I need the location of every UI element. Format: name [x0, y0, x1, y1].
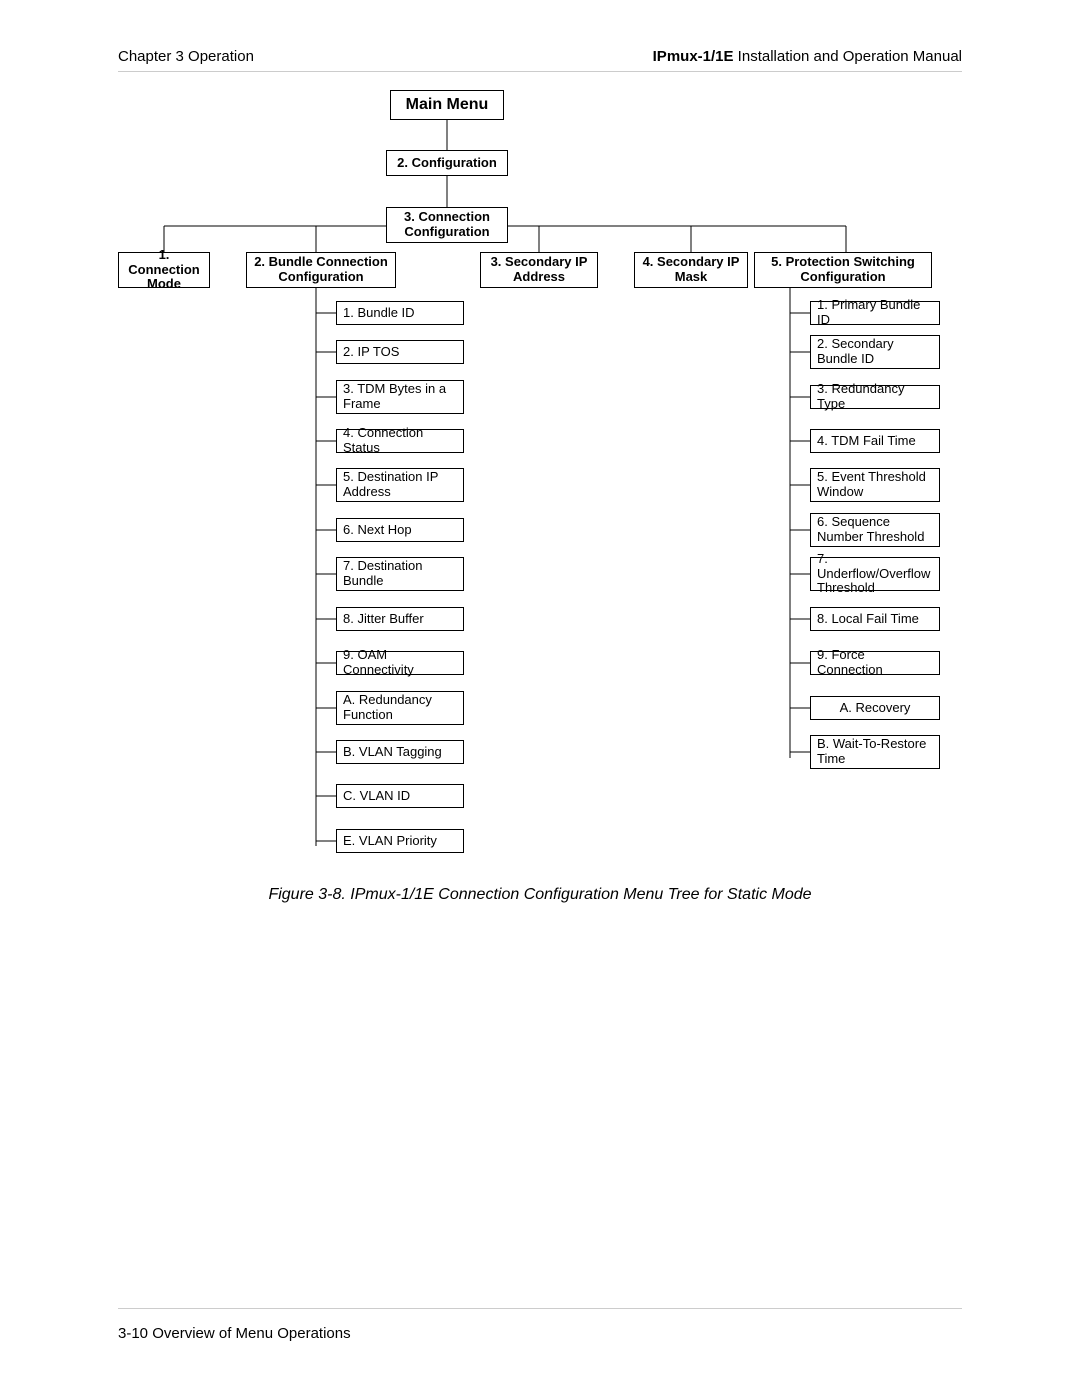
node-wait-to-restore-time: B. Wait-To-Restore Time: [810, 735, 940, 769]
node-primary-bundle-id: 1. Primary Bundle ID: [810, 301, 940, 325]
header-chapter: Chapter 3 Operation: [118, 48, 254, 65]
figure-caption: Figure 3-8. IPmux-1/1E Connection Config…: [118, 886, 962, 904]
footer-rule: [118, 1308, 962, 1309]
node-oam-connectivity: 9. OAM Connectivity: [336, 651, 464, 675]
node-secondary-ip-mask: 4. Secondary IP Mask: [634, 252, 748, 288]
node-recovery: A. Recovery: [810, 696, 940, 720]
page: Chapter 3 Operation IPmux-1/1E Installat…: [0, 0, 1080, 1397]
header-doc: Installation and Operation Manual: [734, 48, 962, 65]
node-connection-configuration: 3. Connection Configuration: [386, 207, 508, 243]
node-local-fail-time: 8. Local Fail Time: [810, 607, 940, 631]
node-protection-switching-configuration: 5. Protection Switching Configuration: [754, 252, 932, 288]
node-connection-status: 4. Connection Status: [336, 429, 464, 453]
node-vlan-id: C. VLAN ID: [336, 784, 464, 808]
node-configuration: 2. Configuration: [386, 150, 508, 176]
node-connection-mode: 1. Connection Mode: [118, 252, 210, 288]
node-underflow-overflow-threshold: 7. Underflow/Overflow Threshold: [810, 557, 940, 591]
header-manual: IPmux-1/1E Installation and Operation Ma…: [653, 48, 962, 65]
node-redundancy-type: 3. Redundancy Type: [810, 385, 940, 409]
page-header: Chapter 3 Operation IPmux-1/1E Installat…: [118, 48, 962, 72]
node-jitter-buffer: 8. Jitter Buffer: [336, 607, 464, 631]
node-redundancy-function: A. Redundancy Function: [336, 691, 464, 725]
node-tdm-fail-time: 4. TDM Fail Time: [810, 429, 940, 453]
node-force-connection: 9. Force Connection: [810, 651, 940, 675]
node-event-threshold-window: 5. Event Threshold Window: [810, 468, 940, 502]
node-next-hop: 6. Next Hop: [336, 518, 464, 542]
node-bundle-connection-configuration: 2. Bundle Connection Configuration: [246, 252, 396, 288]
page-footer: 3-10 Overview of Menu Operations: [118, 1325, 351, 1342]
header-product: IPmux-1/1E: [653, 48, 734, 65]
node-destination-ip: 5. Destination IP Address: [336, 468, 464, 502]
menu-tree-diagram: Main Menu 2. Configuration 3. Connection…: [118, 90, 962, 870]
node-vlan-tagging: B. VLAN Tagging: [336, 740, 464, 764]
node-secondary-ip-address: 3. Secondary IP Address: [480, 252, 598, 288]
node-sequence-number-threshold: 6. Sequence Number Threshold: [810, 513, 940, 547]
node-secondary-bundle-id: 2. Secondary Bundle ID: [810, 335, 940, 369]
node-ip-tos: 2. IP TOS: [336, 340, 464, 364]
node-destination-bundle: 7. Destination Bundle: [336, 557, 464, 591]
node-main-menu: Main Menu: [390, 90, 504, 120]
node-bundle-id: 1. Bundle ID: [336, 301, 464, 325]
node-tdm-bytes-frame: 3. TDM Bytes in a Frame: [336, 380, 464, 414]
node-vlan-priority: E. VLAN Priority: [336, 829, 464, 853]
